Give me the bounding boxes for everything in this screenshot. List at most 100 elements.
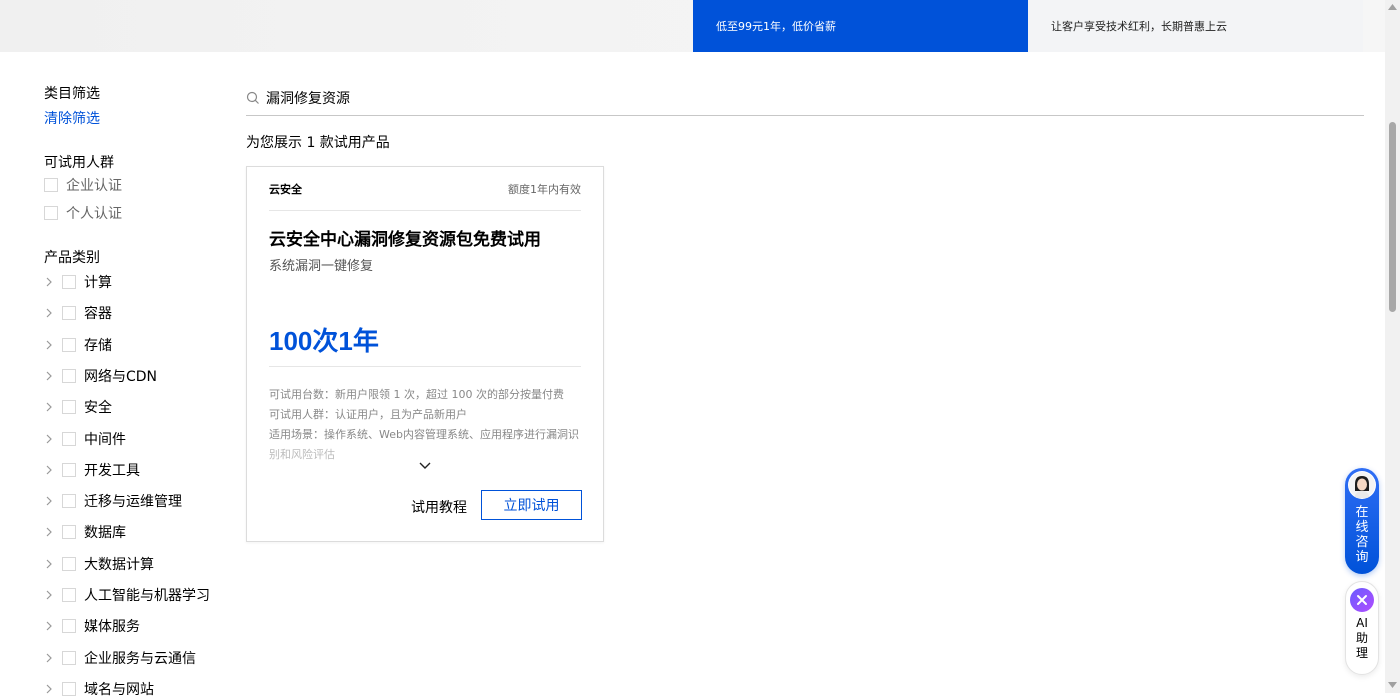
audience-option-enterprise[interactable]: 企业认证	[44, 176, 122, 194]
try-now-button[interactable]: 立即试用	[481, 490, 582, 520]
category-group-title: 产品类别	[44, 250, 100, 266]
expand-chevron-icon[interactable]	[417, 458, 433, 474]
chevron-right-icon[interactable]	[44, 496, 54, 506]
banner-tab-promo[interactable]: 低至99元1年，低价省薪	[693, 0, 1028, 52]
category-label: 开发工具	[84, 462, 140, 479]
category-item[interactable]: 域名与网站	[44, 679, 154, 699]
category-item[interactable]: 容器	[44, 303, 112, 323]
banner-tab-benefit[interactable]: 让客户享受技术红利，长期普惠上云	[1028, 0, 1363, 52]
checkbox[interactable]	[62, 306, 76, 321]
checkbox[interactable]	[62, 337, 76, 352]
card-detail-line: 可试用人群：认证用户，且为产品新用户	[269, 408, 467, 421]
page-scrollbar[interactable]	[1385, 0, 1400, 693]
category-label: 人工智能与机器学习	[84, 588, 210, 604]
scroll-down-icon[interactable]	[1388, 682, 1397, 688]
category-item[interactable]: 迁移与运维管理	[44, 491, 182, 511]
category-label: 安全	[84, 400, 112, 417]
banner-tab-benefit-label: 让客户享受技术红利，长期普惠上云	[1051, 20, 1227, 33]
category-label: 媒体服务	[84, 619, 140, 636]
checkbox[interactable]	[44, 206, 58, 220]
clear-filter-link[interactable]: 清除筛选	[44, 108, 100, 128]
ai-assistant-button[interactable]: AI助理	[1345, 581, 1379, 675]
chevron-right-icon[interactable]	[44, 590, 54, 600]
checkbox[interactable]	[62, 588, 76, 602]
category-label: 企业服务与云通信	[84, 650, 196, 667]
online-consult-button[interactable]: 在线咨询	[1345, 468, 1379, 574]
category-item[interactable]: 开发工具	[44, 460, 140, 480]
category-item[interactable]: 数据库	[44, 522, 126, 542]
category-item[interactable]: 企业服务与云通信	[44, 648, 196, 668]
category-label: 中间件	[84, 431, 126, 448]
card-validity: 额度1年内有效	[508, 183, 581, 196]
online-consult-label: 在线咨询	[1355, 505, 1369, 565]
category-label: 迁移与运维管理	[84, 494, 182, 511]
category-label: 网络与CDN	[84, 368, 158, 385]
audience-option-personal[interactable]: 个人认证	[44, 204, 122, 222]
category-item[interactable]: 中间件	[44, 429, 126, 449]
checkbox[interactable]	[62, 556, 76, 571]
category-label: 域名与网站	[84, 681, 154, 698]
category-item[interactable]: 媒体服务	[44, 616, 140, 636]
card-detail-line: 可试用台数：新用户限领 1 次，超过 100 次的部分按量付费	[269, 388, 564, 401]
chevron-right-icon[interactable]	[44, 621, 54, 631]
checkbox[interactable]	[62, 275, 76, 289]
checkbox[interactable]	[62, 494, 76, 509]
category-item[interactable]: 安全	[44, 397, 112, 417]
category-label: 大数据计算	[84, 556, 154, 573]
chevron-right-icon[interactable]	[44, 402, 54, 412]
product-card: 云安全 额度1年内有效 云安全中心漏洞修复资源包免费试用 系统漏洞一键修复 10…	[246, 166, 604, 542]
category-label: 容器	[84, 306, 112, 323]
chevron-right-icon[interactable]	[44, 684, 54, 694]
chevron-right-icon[interactable]	[44, 653, 54, 663]
category-item[interactable]: 人工智能与机器学习	[44, 585, 210, 605]
checkbox[interactable]	[62, 368, 76, 383]
top-banner: 低至99元1年，低价省薪 让客户享受技术红利，长期普惠上云	[0, 0, 1385, 52]
ai-assistant-icon	[1350, 588, 1374, 612]
checkbox[interactable]	[62, 525, 76, 540]
category-item[interactable]: 大数据计算	[44, 554, 154, 574]
checkbox[interactable]	[62, 431, 76, 446]
card-header: 云安全 额度1年内有效	[269, 181, 581, 211]
category-item[interactable]: 网络与CDN	[44, 366, 157, 386]
ai-assistant-label: AI助理	[1355, 616, 1368, 660]
category-item[interactable]: 计算	[44, 272, 112, 292]
checkbox[interactable]	[62, 400, 76, 415]
audience-group-title: 可试用人群	[44, 155, 114, 171]
category-item[interactable]: 存储	[44, 335, 112, 355]
tutorial-button[interactable]: 试用教程	[411, 493, 467, 521]
card-brand: 云安全	[269, 183, 302, 196]
search-bar	[246, 80, 1364, 116]
card-quota: 100次1年	[269, 326, 379, 356]
consultant-avatar	[1348, 471, 1376, 499]
checkbox[interactable]	[62, 650, 76, 665]
checkbox[interactable]	[62, 681, 76, 696]
chevron-right-icon[interactable]	[44, 434, 54, 444]
card-subtitle: 系统漏洞一键修复	[269, 259, 374, 274]
chevron-right-icon[interactable]	[44, 277, 54, 287]
search-icon	[246, 91, 260, 105]
checkbox[interactable]	[62, 619, 76, 634]
category-label: 数据库	[84, 525, 126, 542]
audience-option-label: 个人认证	[66, 206, 122, 222]
banner-tab-promo-label: 低至99元1年，低价省薪	[716, 20, 836, 33]
filter-title: 类目筛选	[44, 86, 100, 102]
checkbox[interactable]	[44, 178, 58, 192]
scrollbar-thumb[interactable]	[1389, 122, 1396, 312]
search-input[interactable]	[266, 89, 866, 106]
audience-option-label: 企业认证	[66, 178, 122, 194]
category-label: 存储	[84, 337, 112, 354]
card-title: 云安全中心漏洞修复资源包免费试用	[269, 230, 541, 250]
checkbox[interactable]	[62, 462, 76, 477]
card-details: 可试用台数：新用户限领 1 次，超过 100 次的部分按量付费 可试用人群：认证…	[269, 385, 585, 465]
scroll-up-icon[interactable]	[1388, 4, 1397, 10]
chevron-right-icon[interactable]	[44, 340, 54, 350]
card-detail-line: 适用场景：操作系统、Web内容管理系统、应用程序进行漏洞识	[269, 428, 579, 441]
card-divider	[269, 366, 581, 367]
chevron-right-icon[interactable]	[44, 527, 54, 537]
result-count: 为您展示 1 款试用产品	[246, 135, 390, 151]
chevron-right-icon[interactable]	[44, 308, 54, 318]
chevron-right-icon[interactable]	[44, 371, 54, 381]
category-label: 计算	[84, 275, 112, 291]
chevron-right-icon[interactable]	[44, 559, 54, 569]
chevron-right-icon[interactable]	[44, 465, 54, 475]
